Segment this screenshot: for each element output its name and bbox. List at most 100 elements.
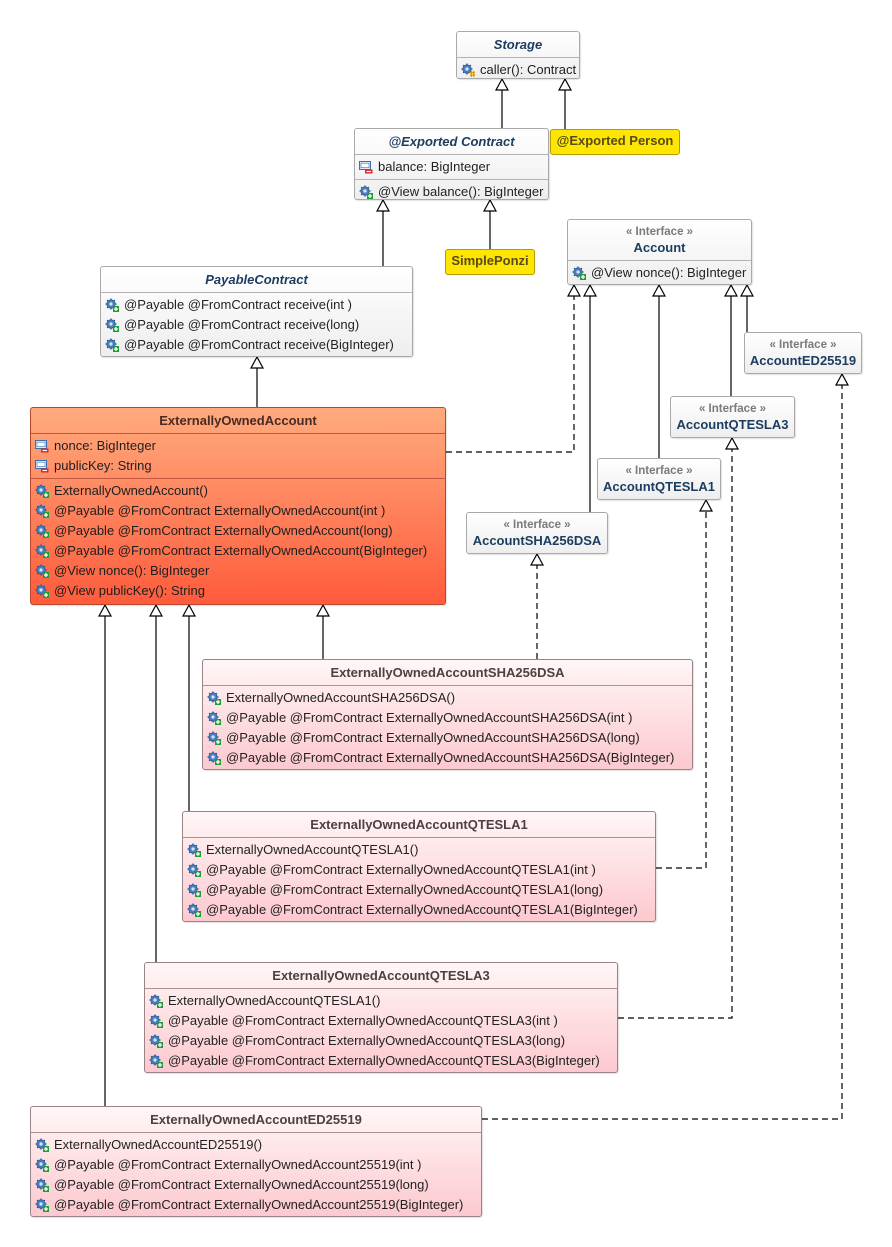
class-eoa-sha256dsa[interactable]: ExternallyOwnedAccountSHA256DSA External… <box>202 659 693 770</box>
class-eoa-ed25519[interactable]: ExternallyOwnedAccountED25519 Externally… <box>30 1106 482 1217</box>
method-row[interactable]: @View nonce(): BigInteger <box>568 263 751 283</box>
method-row[interactable]: @Payable @FromContract ExternallyOwnedAc… <box>31 541 445 561</box>
method-row[interactable]: ExternallyOwnedAccountED25519() <box>31 1135 481 1155</box>
generalization-arrowhead-icon <box>723 283 739 297</box>
field-text: publicKey: String <box>54 458 152 473</box>
method-text: ExternallyOwnedAccountED25519() <box>54 1137 263 1152</box>
method-text: @Payable @FromContract ExternallyOwnedAc… <box>226 750 675 765</box>
class-eoa-qtesla3[interactable]: ExternallyOwnedAccountQTESLA3 Externally… <box>144 962 618 1073</box>
generalization-arrowhead-icon <box>724 436 740 450</box>
interface-account-qtesla3[interactable]: « Interface » AccountQTESLA3 <box>670 396 795 438</box>
method-row[interactable]: @Payable @FromContract ExternallyOwnedAc… <box>203 748 692 768</box>
class-name: ExternallyOwnedAccountQTESLA1 <box>310 817 528 832</box>
field-row[interactable]: balance: BigInteger <box>355 157 548 177</box>
method-row[interactable]: @Payable @FromContract receive(BigIntege… <box>101 335 412 355</box>
method-row[interactable]: caller(): Contract <box>457 60 579 80</box>
interface-header: « Interface » AccountQTESLA3 <box>671 397 794 437</box>
interface-header: « Interface » AccountED25519 <box>745 333 861 373</box>
method-row[interactable]: ExternallyOwnedAccountQTESLA1() <box>183 840 655 860</box>
gear-plus-icon <box>149 1034 163 1048</box>
gear-plus-icon <box>35 584 49 598</box>
method-row[interactable]: ExternallyOwnedAccountSHA256DSA() <box>203 688 692 708</box>
method-row[interactable]: @Payable @FromContract receive(long) <box>101 315 412 335</box>
class-payable-contract[interactable]: PayableContract @Payable @FromContract r… <box>100 266 413 357</box>
stereotype: « Interface » <box>625 226 694 238</box>
gear-plus-icon <box>187 843 201 857</box>
gear-plus-icon <box>35 564 49 578</box>
class-name: SimplePonzi <box>451 253 529 268</box>
field-row[interactable]: publicKey: String <box>31 456 445 476</box>
method-text: @Payable @FromContract ExternallyOwnedAc… <box>206 902 638 917</box>
method-text: ExternallyOwnedAccount() <box>54 483 208 498</box>
method-text: ExternallyOwnedAccountQTESLA1() <box>206 842 419 857</box>
method-row[interactable]: @Payable @FromContract ExternallyOwnedAc… <box>145 1051 617 1071</box>
generalization-arrowhead-icon <box>651 283 667 297</box>
interface-account-qtesla1[interactable]: « Interface » AccountQTESLA1 <box>597 458 721 500</box>
method-row[interactable]: @View balance(): BigInteger <box>355 182 548 202</box>
generalization-arrowhead-icon <box>566 283 582 297</box>
method-row[interactable]: @Payable @FromContract ExternallyOwnedAc… <box>203 708 692 728</box>
generalization-arrowhead-icon <box>698 498 714 512</box>
method-text: @Payable @FromContract ExternallyOwnedAc… <box>206 882 604 897</box>
eoa-realizes-account-line <box>446 285 575 453</box>
method-text: @Payable @FromContract ExternallyOwnedAc… <box>54 1177 429 1192</box>
interface-account[interactable]: « Interface » Account @View nonce(): Big… <box>567 219 752 285</box>
class-storage[interactable]: Storage caller(): Contract <box>456 31 580 79</box>
method-row[interactable]: @Payable @FromContract ExternallyOwnedAc… <box>31 1195 481 1215</box>
class-name: AccountQTESLA3 <box>676 417 789 432</box>
class-simple-ponzi[interactable]: SimplePonzi <box>445 249 535 275</box>
method-row[interactable]: @View publicKey(): String <box>31 581 445 601</box>
generalization-arrowhead-icon <box>148 603 164 617</box>
field-text: nonce: BigInteger <box>54 438 156 453</box>
interface-account-ed25519[interactable]: « Interface » AccountED25519 <box>744 332 862 374</box>
method-text: @View balance(): BigInteger <box>378 184 544 199</box>
method-row[interactable]: @Payable @FromContract ExternallyOwnedAc… <box>183 900 655 920</box>
method-row[interactable]: ExternallyOwnedAccountQTESLA1() <box>145 991 617 1011</box>
method-row[interactable]: @Payable @FromContract ExternallyOwnedAc… <box>145 1031 617 1051</box>
interface-header: « Interface » AccountSHA256DSA <box>467 513 607 553</box>
stereotype: « Interface » <box>698 403 767 415</box>
stereotype: « Interface » <box>769 339 837 351</box>
method-text: @Payable @FromContract receive(int ) <box>124 297 352 312</box>
interface-account-sha256dsa[interactable]: « Interface » AccountSHA256DSA <box>466 512 608 554</box>
interface-header: « Interface » Account <box>568 220 751 260</box>
method-row[interactable]: @Payable @FromContract ExternallyOwnedAc… <box>183 880 655 900</box>
method-text: @Payable @FromContract ExternallyOwnedAc… <box>54 523 393 538</box>
class-name: Account <box>633 240 686 255</box>
gear-plus-icon <box>105 318 119 332</box>
gear-plus-icon <box>35 1198 49 1212</box>
gear-plus-icon <box>105 298 119 312</box>
method-text: @Payable @FromContract ExternallyOwnedAc… <box>168 1053 600 1068</box>
method-row[interactable]: @Payable @FromContract ExternallyOwnedAc… <box>31 521 445 541</box>
method-row[interactable]: @Payable @FromContract ExternallyOwnedAc… <box>183 860 655 880</box>
method-row[interactable]: @Payable @FromContract receive(int ) <box>101 295 412 315</box>
field-minus-icon <box>359 160 373 174</box>
class-person[interactable]: @Exported Person <box>550 129 680 155</box>
generalization-arrowhead-icon <box>739 283 755 297</box>
method-row[interactable]: ExternallyOwnedAccount() <box>31 481 445 501</box>
field-row[interactable]: nonce: BigInteger <box>31 436 445 456</box>
method-text: @Payable @FromContract ExternallyOwnedAc… <box>226 710 633 725</box>
class-externally-owned-account[interactable]: ExternallyOwnedAccount nonce: BigInteger… <box>30 407 446 605</box>
class-contract[interactable]: @Exported Contract balance: BigInteger @… <box>354 128 549 200</box>
gear-plus-icon <box>572 266 586 280</box>
class-name: @Exported Contract <box>388 134 515 149</box>
method-row[interactable]: @Payable @FromContract ExternallyOwnedAc… <box>31 501 445 521</box>
class-eoa-qtesla1[interactable]: ExternallyOwnedAccountQTESLA1 Externally… <box>182 811 656 922</box>
generalization-arrowhead-icon <box>834 372 850 386</box>
gear-plus-icon <box>207 691 221 705</box>
gear-plus-icon <box>149 994 163 1008</box>
gear-plus-icon <box>35 524 49 538</box>
class-name: ExternallyOwnedAccount <box>159 413 317 428</box>
gear-plus-icon <box>187 863 201 877</box>
method-row[interactable]: @Payable @FromContract ExternallyOwnedAc… <box>203 728 692 748</box>
gear-plus-icon <box>35 484 49 498</box>
gear-plus-icon <box>35 1178 49 1192</box>
method-row[interactable]: @Payable @FromContract ExternallyOwnedAc… <box>145 1011 617 1031</box>
method-row[interactable]: @Payable @FromContract ExternallyOwnedAc… <box>31 1175 481 1195</box>
gear-plus-icon <box>149 1054 163 1068</box>
gear-plus-icon <box>35 504 49 518</box>
method-row[interactable]: @Payable @FromContract ExternallyOwnedAc… <box>31 1155 481 1175</box>
method-text: @Payable @FromContract ExternallyOwnedAc… <box>54 1157 422 1172</box>
method-row[interactable]: @View nonce(): BigInteger <box>31 561 445 581</box>
